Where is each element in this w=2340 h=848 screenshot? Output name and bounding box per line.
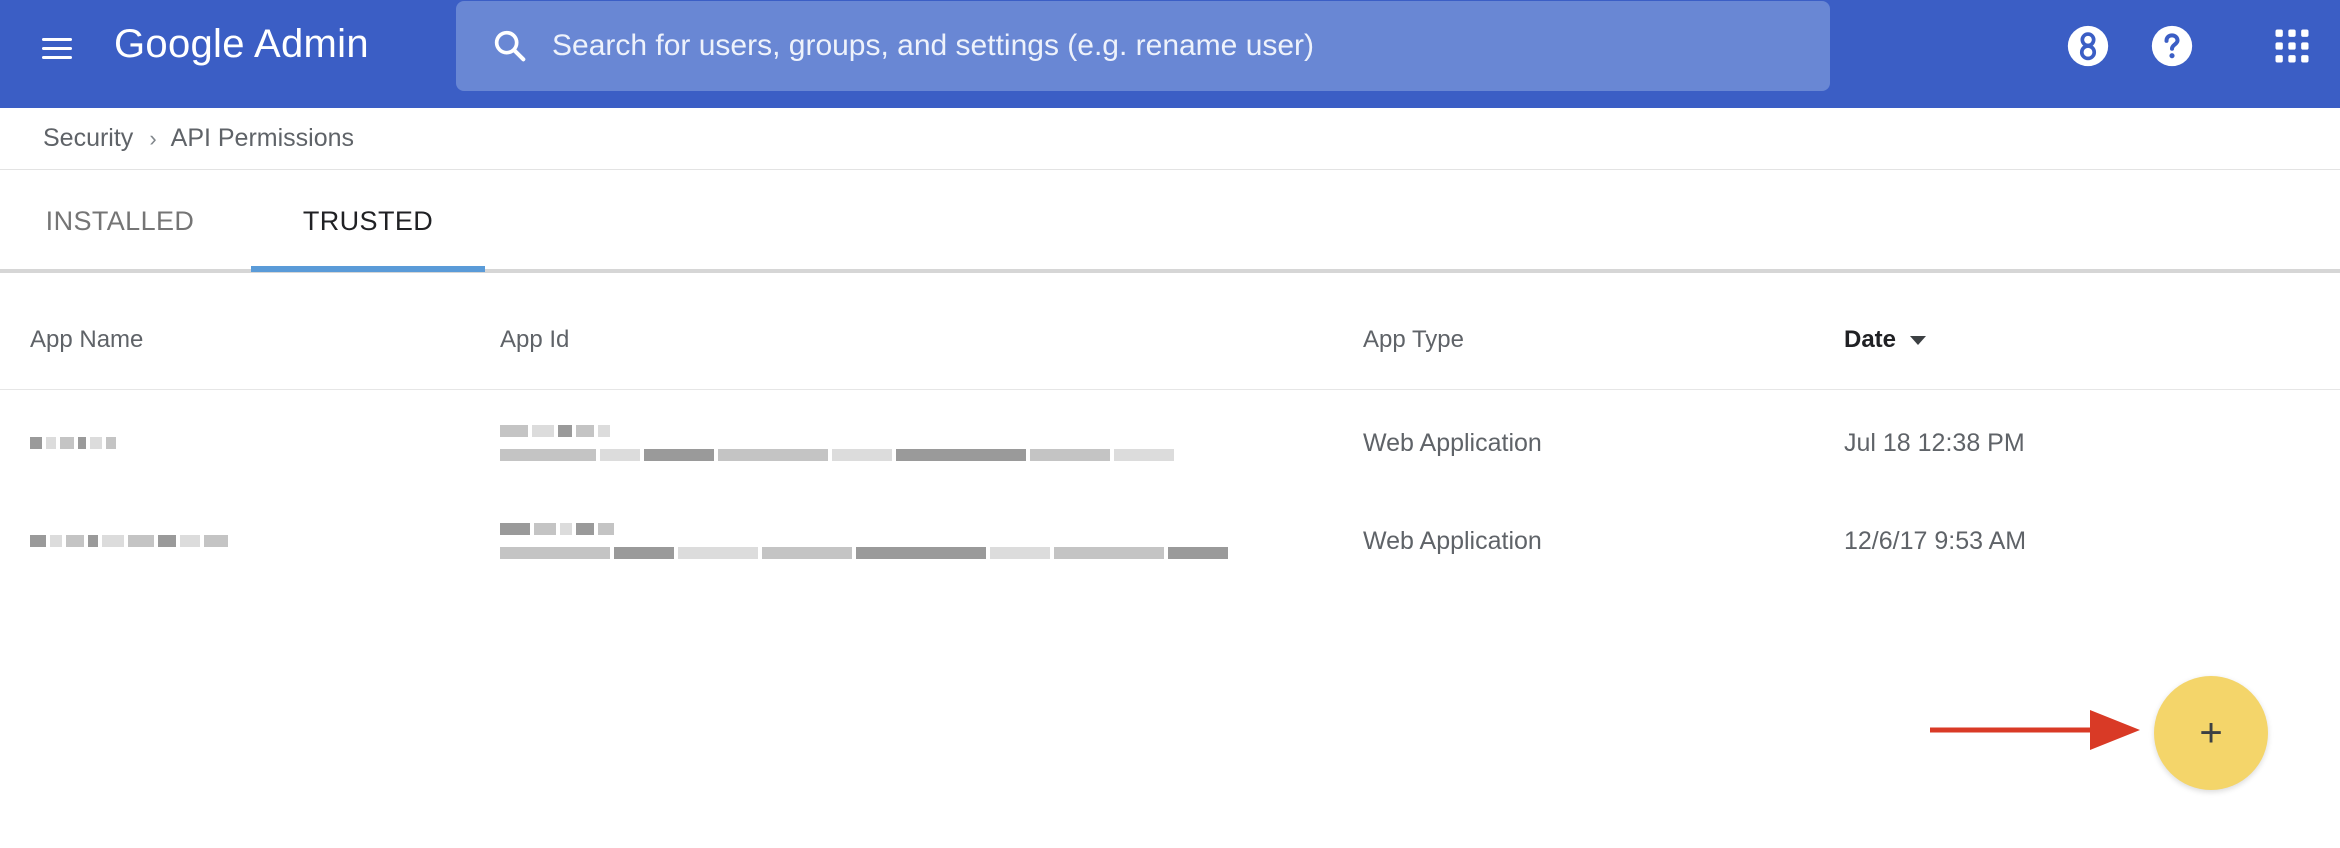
tab-bar: INSTALLED TRUSTED — [0, 170, 2340, 273]
search-bar[interactable] — [456, 1, 1830, 91]
chevron-right-icon: › — [149, 125, 157, 151]
app-date: 12/6/17 9:53 AM — [1844, 526, 2027, 555]
breadcrumb-security[interactable]: Security — [43, 124, 133, 153]
column-header-app-type[interactable]: App Type — [1363, 290, 1464, 390]
app-id-redacted — [500, 492, 1228, 590]
app-date: Jul 18 12:38 PM — [1844, 428, 2025, 457]
menu-icon[interactable] — [36, 26, 80, 70]
column-header-app-name[interactable]: App Name — [30, 290, 143, 390]
tab-trusted[interactable]: TRUSTED — [251, 170, 485, 273]
add-app-fab-button[interactable]: + — [2154, 676, 2268, 790]
table-row[interactable]: Web Application 12/6/17 9:53 AM — [0, 492, 2340, 590]
column-header-app-id[interactable]: App Id — [500, 290, 569, 390]
column-header-date-label: Date — [1844, 326, 1897, 353]
table-row[interactable]: Web Application Jul 18 12:38 PM — [0, 394, 2340, 492]
table-header: App Name App Id App Type Date — [0, 290, 2340, 390]
breadcrumb: Security › API Permissions — [0, 108, 2340, 170]
app-type: Web Application — [1363, 428, 1542, 457]
column-header-date[interactable]: Date — [1844, 290, 1927, 390]
active-tab-indicator — [251, 266, 485, 272]
app-type: Web Application — [1363, 526, 1542, 555]
app-name-redacted — [30, 492, 228, 590]
annotation-arrow-icon — [1930, 710, 2140, 750]
brand-title[interactable]: Google Admin — [114, 22, 369, 67]
search-icon[interactable] — [490, 26, 530, 66]
top-app-bar: Google Admin — [0, 0, 2340, 108]
app-id-redacted — [500, 394, 1174, 492]
breadcrumb-api-permissions: API Permissions — [170, 124, 355, 152]
plus-icon: + — [2199, 710, 2223, 755]
sort-descending-icon[interactable] — [1910, 335, 1927, 345]
search-input[interactable] — [552, 16, 1830, 76]
support-icon[interactable] — [2066, 24, 2110, 68]
apps-grid-icon[interactable] — [2270, 24, 2314, 68]
help-icon[interactable] — [2150, 24, 2194, 68]
tab-installed[interactable]: INSTALLED — [0, 170, 240, 273]
app-name-redacted — [30, 394, 116, 492]
